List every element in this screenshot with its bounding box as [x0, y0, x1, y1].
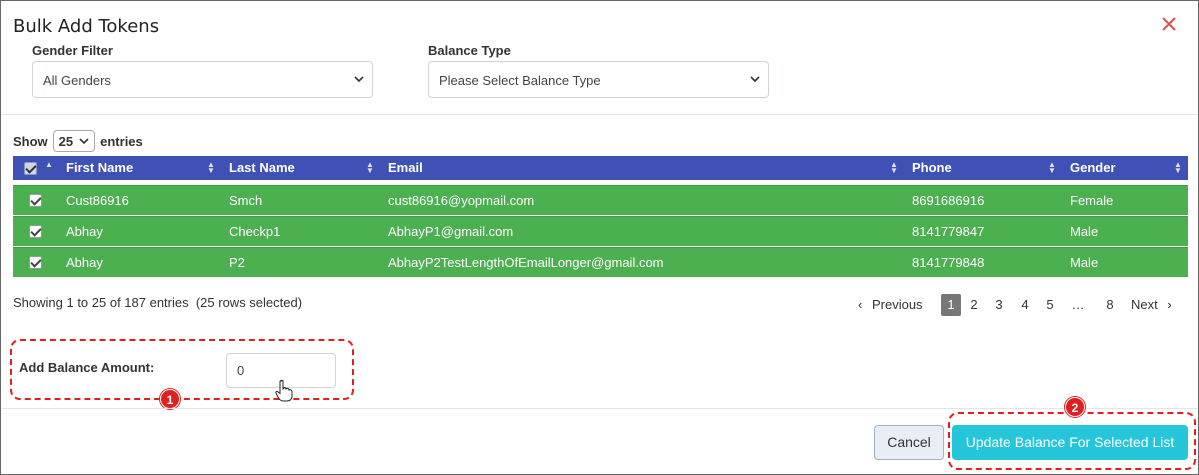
divider — [2, 114, 1198, 115]
pagination-ellipsis: … — [1071, 297, 1085, 312]
cell-first-name: Abhay — [66, 224, 103, 239]
sort-icon[interactable]: ▲ ▼ — [366, 161, 374, 175]
column-header-first-name[interactable]: First Name — [66, 156, 133, 180]
gender-filter-value: All Genders — [43, 73, 111, 88]
row-checkbox[interactable] — [29, 194, 42, 207]
next-label: Next — [1131, 297, 1158, 312]
cell-email: AbhayP2TestLengthOfEmailLonger@gmail.com — [388, 255, 664, 270]
page-5-button[interactable]: 5 — [1043, 294, 1057, 316]
bulk-add-tokens-dialog: Bulk Add Tokens Gender Filter All Gender… — [0, 0, 1199, 475]
annotation-badge: 2 — [1065, 397, 1085, 417]
show-label: Show — [13, 133, 48, 149]
table-row[interactable]: Abhay P2 AbhayP2TestLengthOfEmailLonger@… — [13, 247, 1188, 277]
page-4-button[interactable]: 4 — [1018, 294, 1032, 316]
sort-icon[interactable]: ▲ ▼ — [1174, 161, 1182, 175]
cell-phone: 8691686916 — [912, 193, 985, 208]
cell-last-name: Checkp1 — [229, 224, 281, 239]
cell-first-name: Abhay — [66, 255, 103, 270]
entries-length-value: 25 — [58, 133, 74, 149]
column-header-gender[interactable]: Gender — [1070, 156, 1116, 180]
next-page-button[interactable]: Next › — [1131, 294, 1172, 316]
hand-cursor-icon — [275, 379, 293, 402]
cell-first-name: Cust86916 — [66, 193, 129, 208]
page-1-button[interactable]: 1 — [941, 294, 961, 316]
chevron-left-icon: ‹ — [858, 297, 863, 312]
cell-email: cust86916@yopmail.com — [388, 193, 535, 208]
dialog-title: Bulk Add Tokens — [13, 16, 160, 37]
annotation-badge: 1 — [160, 389, 180, 409]
add-balance-amount-label: Add Balance Amount: — [19, 360, 155, 375]
table-row[interactable]: Abhay Checkp1 AbhayP1@gmail.com 81417798… — [13, 216, 1188, 246]
column-header-email[interactable]: Email — [388, 156, 423, 180]
entries-label: entries — [100, 133, 143, 149]
table-header: ▲ First Name ▲ ▼ Last Name ▲ ▼ Email ▲ ▼ Ph… — [13, 156, 1188, 180]
page-8-button[interactable]: 8 — [1103, 294, 1117, 316]
row-checkbox[interactable] — [29, 256, 42, 269]
entries-length-control: Show 25 entries — [13, 130, 143, 152]
cell-last-name: Smch — [229, 193, 263, 208]
chevron-down-icon — [79, 138, 89, 145]
divider — [2, 408, 1198, 409]
cancel-button[interactable]: Cancel — [874, 425, 944, 460]
close-icon[interactable] — [1160, 15, 1178, 33]
cell-phone: 8141779848 — [912, 255, 985, 270]
cell-gender: Male — [1070, 224, 1099, 239]
cell-last-name: P2 — [229, 255, 245, 270]
page-3-button[interactable]: 3 — [992, 294, 1006, 316]
previous-page-button[interactable]: ‹ Previous — [858, 294, 923, 316]
sort-icon[interactable]: ▲ ▼ — [890, 161, 898, 175]
sort-icon[interactable]: ▲ — [45, 161, 53, 169]
cell-gender: Female — [1070, 193, 1114, 208]
balance-type-select[interactable]: Please Select Balance Type — [428, 61, 769, 98]
cell-phone: 8141779847 — [912, 224, 985, 239]
entries-length-select[interactable]: 25 — [52, 130, 96, 152]
cell-gender: Male — [1070, 255, 1099, 270]
chevron-down-icon — [354, 76, 364, 83]
previous-label: Previous — [871, 297, 923, 312]
row-checkbox[interactable] — [29, 225, 42, 238]
balance-type-value: Please Select Balance Type — [439, 73, 601, 88]
gender-filter-select[interactable]: All Genders — [32, 61, 373, 98]
table-info: Showing 1 to 25 of 187 entries (25 rows … — [13, 295, 303, 310]
select-all-checkbox[interactable] — [24, 162, 37, 175]
column-header-last-name[interactable]: Last Name — [229, 156, 295, 180]
chevron-right-icon: › — [1167, 297, 1172, 312]
gender-filter-label: Gender Filter — [32, 43, 113, 58]
sort-icon[interactable]: ▲ ▼ — [207, 161, 215, 175]
cell-email: AbhayP1@gmail.com — [388, 224, 514, 239]
table-row[interactable]: Cust86916 Smch cust86916@yopmail.com 869… — [13, 185, 1188, 215]
balance-type-label: Balance Type — [428, 43, 511, 58]
sort-icon[interactable]: ▲ ▼ — [1048, 161, 1056, 175]
update-balance-button[interactable]: Update Balance For Selected List — [952, 425, 1188, 460]
chevron-down-icon — [750, 76, 760, 83]
page-2-button[interactable]: 2 — [967, 294, 981, 316]
column-header-phone[interactable]: Phone — [912, 156, 952, 180]
